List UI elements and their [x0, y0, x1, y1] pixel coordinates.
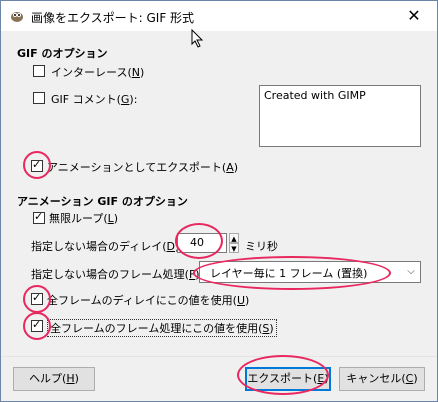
highlight-circle-export — [237, 355, 329, 395]
export-as-animation-label[interactable]: アニメーションとしてエクスポート(A) — [47, 159, 238, 175]
gif-comment-label[interactable]: GIF コメント(G): — [51, 91, 137, 107]
use-disposal-all-label[interactable]: 全フレームのフレーム処理にこの値を使用(S) — [47, 319, 277, 337]
cancel-button[interactable]: キャンセル(C) — [339, 367, 425, 391]
delay-unit: ミリ秒 — [245, 240, 278, 253]
loop-forever-checkbox[interactable] — [33, 210, 45, 224]
gif-comment-checkbox[interactable] — [33, 92, 45, 104]
loop-forever-label[interactable]: 無限ループ(L) — [49, 210, 118, 226]
highlight-circle-delay — [175, 223, 223, 259]
export-gif-dialog: 画像をエクスポート: GIF 形式 ✕ GIF のオプション インターレース(N… — [0, 0, 438, 402]
animation-options-heading: アニメーション GIF のオプション — [17, 195, 188, 208]
chevron-down-icon[interactable]: ⌵ — [402, 262, 420, 282]
help-button[interactable]: ヘルプ(H) — [13, 367, 95, 391]
button-bar-separator — [1, 356, 437, 357]
highlight-circle-disposal — [193, 256, 391, 290]
gif-comment-textarea[interactable]: Created with GIMP — [259, 85, 421, 147]
highlight-circle-disposal-all — [23, 312, 51, 340]
interlace-checkbox[interactable] — [33, 65, 45, 77]
mouse-cursor-icon — [191, 29, 204, 48]
frame-disposal-label: 指定しない場合のフレーム処理(F): — [31, 268, 203, 281]
title-bar[interactable]: 画像をエクスポート: GIF 形式 ✕ — [1, 1, 437, 31]
gimp-app-icon — [11, 12, 23, 22]
spin-down-icon[interactable]: ▼ — [229, 243, 239, 253]
highlight-circle-delay-all — [23, 285, 51, 313]
window-title: 画像をエクスポート: GIF 形式 — [31, 11, 195, 25]
spin-up-icon[interactable]: ▲ — [229, 233, 239, 243]
delay-label: 指定しない場合のディレイ(D): — [31, 240, 183, 253]
interlace-label[interactable]: インターレース(N) — [51, 64, 144, 80]
close-button[interactable]: ✕ — [391, 1, 437, 31]
highlight-circle-animation — [23, 151, 51, 179]
gif-options-heading: GIF のオプション — [17, 47, 108, 60]
use-delay-all-label[interactable]: 全フレームのディレイにこの値を使用(U) — [47, 292, 249, 308]
delay-spin-buttons[interactable]: ▲ ▼ — [229, 233, 239, 253]
